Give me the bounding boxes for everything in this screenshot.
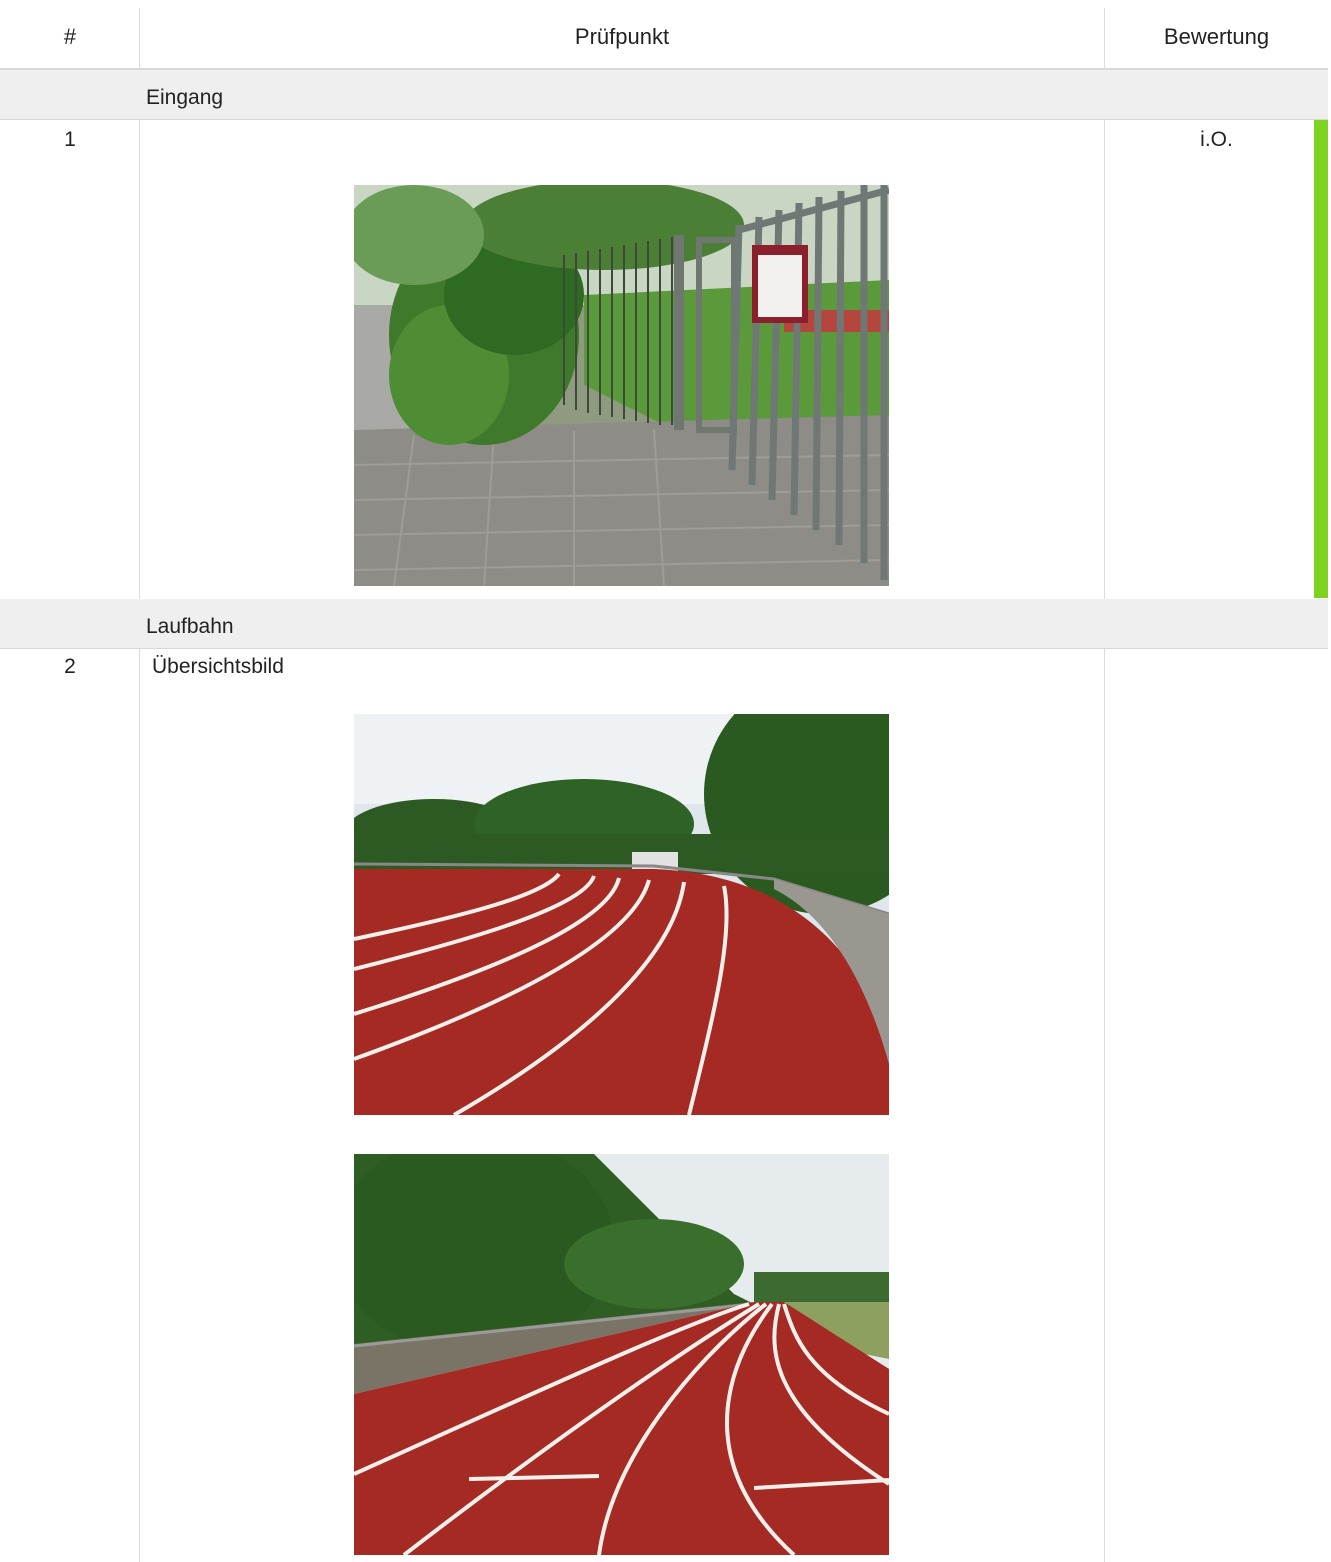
section-eingang: Eingang <box>0 70 1328 120</box>
row-text: Übersichtsbild <box>152 655 284 678</box>
running-track-curve-photo[interactable] <box>354 714 889 1115</box>
running-track-straight-photo[interactable] <box>354 1154 889 1555</box>
column-divider-rating <box>1104 8 1105 1562</box>
header-num: # <box>63 24 77 49</box>
rating-status-bar <box>1314 120 1328 598</box>
rating-value: i.O. <box>1200 128 1233 151</box>
row-number: 1 <box>64 128 76 151</box>
header-pruefpunkt: Prüfpunkt <box>574 24 670 49</box>
row-number: 2 <box>64 655 76 678</box>
section-laufbahn: Laufbahn <box>0 599 1328 649</box>
section-title: Laufbahn <box>146 615 234 638</box>
entrance-gate-photo[interactable] <box>354 185 889 586</box>
section-title: Eingang <box>146 86 224 109</box>
column-divider-num <box>139 8 140 1562</box>
header-bewertung: Bewertung <box>1163 24 1270 49</box>
